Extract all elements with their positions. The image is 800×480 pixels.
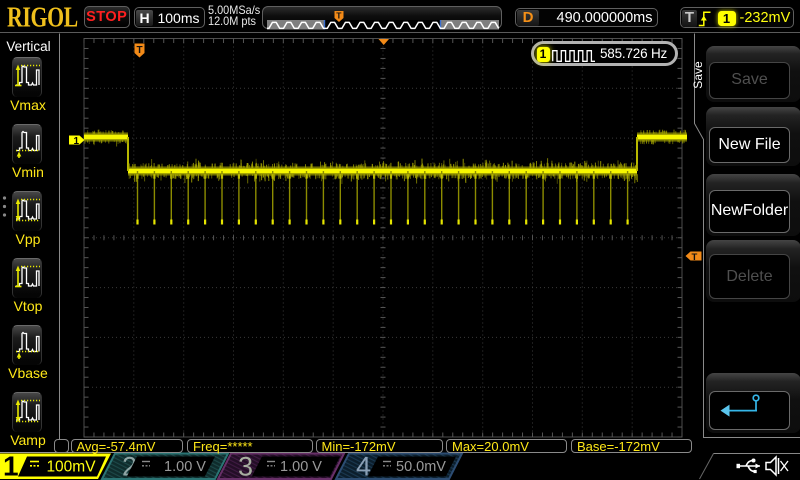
svg-text:T: T — [336, 10, 342, 20]
svg-text:100mV: 100mV — [46, 459, 96, 476]
svg-text:T: T — [692, 252, 698, 263]
svg-text:1: 1 — [74, 136, 80, 147]
svg-text:50.0mV: 50.0mV — [396, 459, 446, 475]
svg-text:T: T — [137, 45, 143, 56]
svg-text:1: 1 — [3, 451, 19, 480]
svg-text:3: 3 — [238, 452, 253, 480]
svg-text:1.00 V: 1.00 V — [164, 459, 206, 475]
svg-text:1.00 V: 1.00 V — [280, 459, 322, 475]
